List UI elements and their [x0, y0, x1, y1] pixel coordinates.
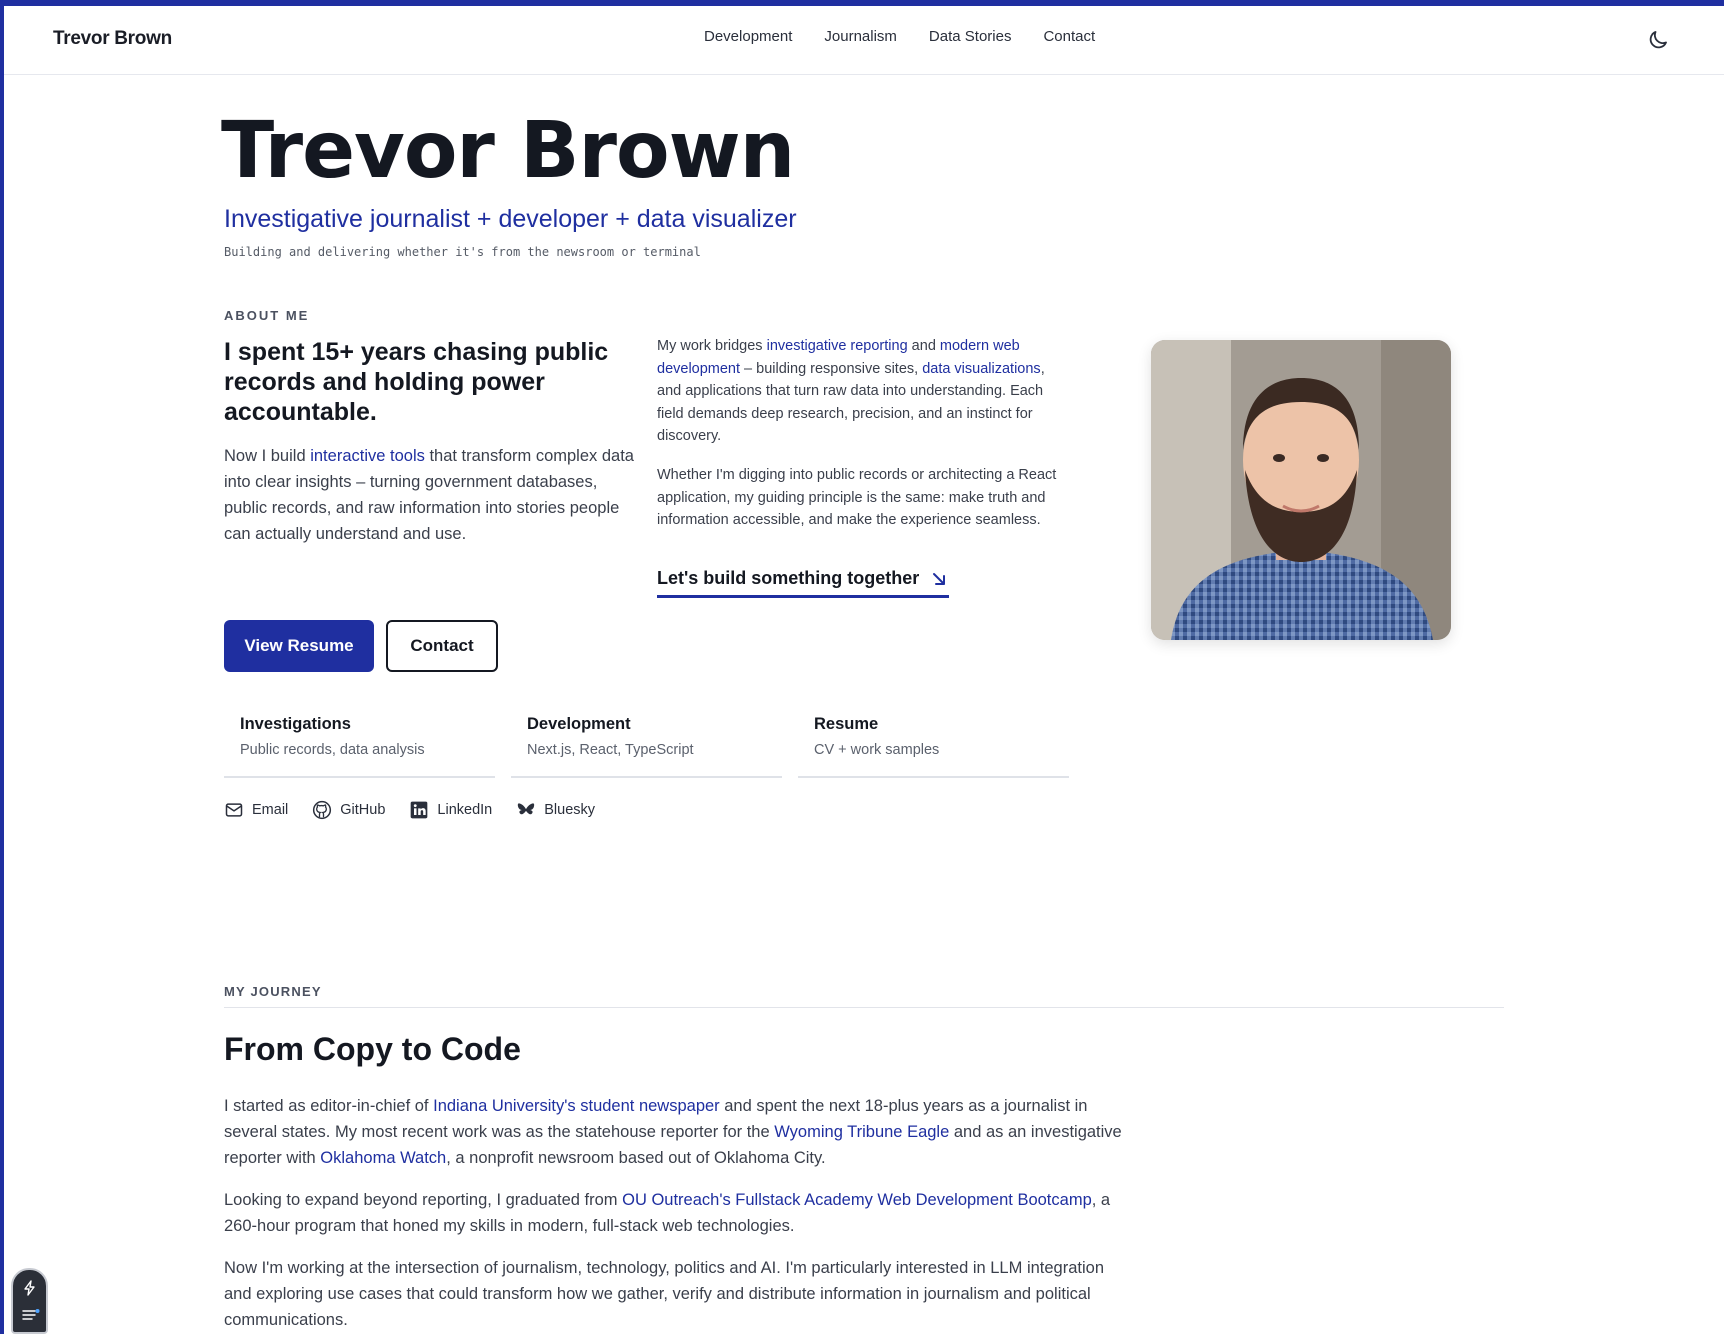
card-development[interactable]: Development Next.js, React, TypeScript [511, 712, 782, 778]
card-resume[interactable]: Resume CV + work samples [798, 712, 1069, 778]
about-p1-text-and: and [907, 338, 940, 354]
section-divider [224, 1007, 1504, 1008]
social-label: GitHub [340, 802, 386, 818]
left-accent-bar [0, 6, 4, 1334]
linkedin-link[interactable]: LinkedIn [409, 800, 492, 820]
journey-heading: From Copy to Code [224, 1031, 521, 1067]
about-paragraph-1: My work bridges investigative reporting … [657, 335, 1067, 448]
about-kicker: ABOUT ME [224, 308, 310, 323]
social-label: Email [252, 802, 289, 818]
nav-contact[interactable]: Contact [1043, 28, 1095, 45]
build-together-link[interactable]: Let's build something together [657, 568, 950, 598]
nav-journalism[interactable]: Journalism [824, 28, 897, 45]
bolt-icon [24, 1280, 35, 1296]
email-link[interactable]: Email [224, 800, 288, 820]
card-title: Resume [814, 715, 879, 733]
main-nav: Development Journalism Data Stories Cont… [704, 28, 1127, 45]
linkedin-icon [411, 801, 428, 819]
about-lead-text: Now I build [224, 447, 311, 465]
floating-toolbar-widget[interactable] [11, 1268, 48, 1334]
bootcamp-link[interactable]: OU Outreach's Fullstack Academy Web Deve… [622, 1191, 1092, 1209]
journey-body: I started as editor-in-chief of Indiana … [224, 1093, 1124, 1334]
mail-icon [225, 803, 243, 817]
journey-paragraph-1: I started as editor-in-chief of Indiana … [224, 1093, 1124, 1171]
about-heading: I spent 15+ years chasing public records… [224, 338, 609, 426]
profile-portrait-image [1151, 340, 1451, 640]
moon-icon [1649, 31, 1667, 49]
journey-p2-text: Looking to expand beyond reporting, I gr… [224, 1191, 623, 1209]
card-subtitle: Public records, data analysis [240, 742, 425, 758]
journey-kicker: MY JOURNEY [224, 984, 322, 999]
site-header: Trevor Brown Development Journalism Data… [4, 6, 1724, 75]
social-links: Email GitHub LinkedIn Bluesky [224, 800, 619, 820]
iu-newspaper-link[interactable]: Indiana University's student newspaper [433, 1097, 720, 1115]
interactive-tools-link[interactable]: interactive tools [310, 447, 425, 465]
journey-p1-text-end: , a nonprofit newsroom based out of Okla… [446, 1149, 826, 1167]
about-detail: My work bridges investigative reporting … [657, 335, 1067, 548]
nav-data-stories[interactable]: Data Stories [929, 28, 1012, 45]
list-icon [22, 1309, 40, 1320]
hero-name: Trevor Brown [221, 106, 795, 196]
about-p1-text-mid: – building responsive sites, [740, 360, 923, 377]
about-p1-text: My work bridges [657, 338, 767, 354]
hero-tagline: Investigative journalist + developer + d… [224, 205, 797, 233]
journey-p1-text: I started as editor-in-chief of [224, 1097, 434, 1115]
card-title: Investigations [240, 715, 351, 733]
social-label: Bluesky [544, 802, 596, 818]
about-paragraph-2: Whether I'm digging into public records … [657, 466, 1057, 529]
brand-logo[interactable]: Trevor Brown [53, 28, 172, 50]
theme-toggle-button[interactable] [1646, 28, 1674, 56]
card-title: Development [527, 715, 631, 733]
profile-photo [1151, 340, 1451, 640]
journey-paragraph-2: Looking to expand beyond reporting, I gr… [224, 1187, 1124, 1239]
social-label: LinkedIn [437, 802, 493, 818]
contact-button[interactable]: Contact [386, 620, 498, 672]
arrow-down-right-icon [933, 572, 946, 585]
oklahoma-watch-link[interactable]: Oklahoma Watch [320, 1149, 446, 1167]
bluesky-icon [518, 803, 535, 815]
github-icon [313, 800, 332, 820]
card-investigations[interactable]: Investigations Public records, data anal… [224, 712, 495, 778]
cta-label: Let's build something together [657, 568, 920, 588]
wyoming-tribune-eagle-link[interactable]: Wyoming Tribune Eagle [774, 1123, 949, 1141]
about-lead: Now I build interactive tools that trans… [224, 443, 644, 547]
hero-subline: Building and delivering whether it's fro… [224, 245, 701, 259]
investigative-reporting-link[interactable]: investigative reporting [767, 338, 908, 354]
nav-development[interactable]: Development [704, 28, 792, 45]
card-subtitle: CV + work samples [814, 742, 940, 758]
github-link[interactable]: GitHub [312, 800, 385, 820]
journey-paragraph-3: Now I'm working at the intersection of j… [224, 1259, 1104, 1329]
view-resume-button[interactable]: View Resume [224, 620, 374, 672]
card-subtitle: Next.js, React, TypeScript [527, 742, 694, 758]
feature-cards: Investigations Public records, data anal… [224, 712, 1069, 778]
bluesky-link[interactable]: Bluesky [516, 800, 595, 820]
data-visualizations-link[interactable]: data visualizations [922, 361, 1041, 377]
